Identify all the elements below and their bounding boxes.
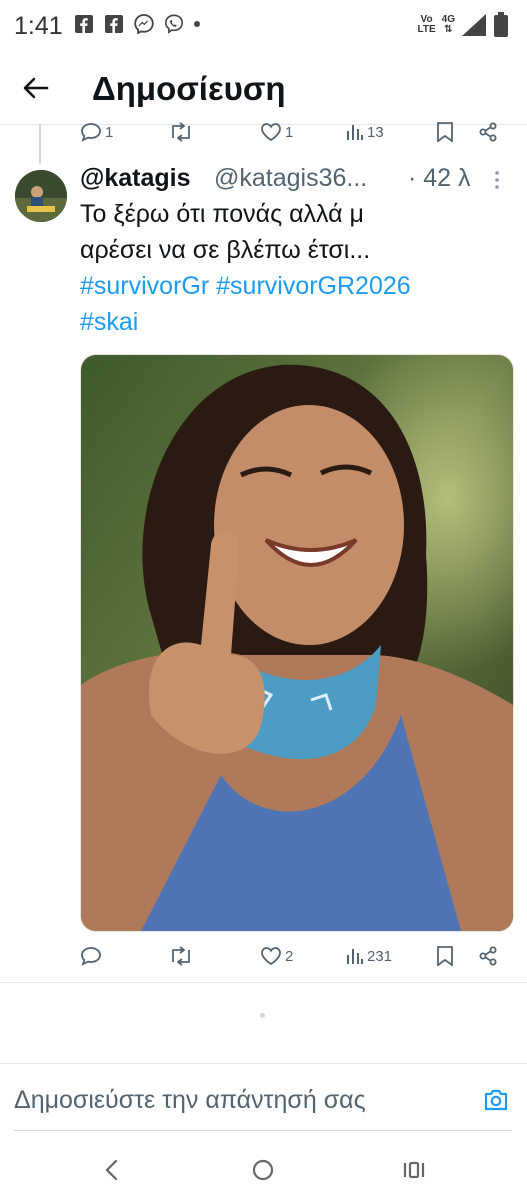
messenger-icon [134,14,154,34]
thread-connector [39,124,41,164]
home-circle-icon [252,1159,274,1181]
reply-icon [81,947,101,966]
nav-home-button[interactable] [247,1154,279,1186]
tweet-text-line: αρέσει να σε βλέπω έτσι... [80,236,371,264]
bookmark-icon [437,122,453,142]
reply-button[interactable] [80,941,105,971]
more-notifications-dot [194,21,200,27]
notification-icons [74,14,200,34]
arrow-left-icon [23,77,49,99]
status-bar: 1:41 Vo LTE 4G ⇅ [0,0,527,52]
like-button[interactable]: 2 [260,941,293,971]
facebook-icon [74,14,94,34]
bookmark-button[interactable] [436,941,454,971]
reply-count: 1 [105,123,114,141]
retweet-button[interactable] [168,941,197,971]
tweet-header: @katagis @katagis36... · 42 λ [80,164,520,196]
share-icon [479,946,497,966]
volte-indicator: Vo LTE [417,14,436,35]
reply-input[interactable] [14,1078,444,1122]
add-photo-button[interactable] [483,1088,511,1116]
hashtag-link[interactable]: #survivorGr [80,272,209,300]
loading-indicator [260,1013,265,1018]
heart-icon [261,947,281,966]
recents-icon [403,1161,425,1179]
divider [0,982,527,983]
views-chart-icon [347,125,363,140]
tweet-photo[interactable] [80,354,514,932]
views-chart-icon [347,949,363,964]
facebook-icon [104,14,124,34]
battery-icon [494,12,508,37]
tweet-text: Το ξέρω ότι πονάς αλλά μ αρέσει να σε βλ… [80,196,510,340]
network-type: 4G ⇅ [441,14,455,35]
tweet-text-line: Το ξέρω ότι πονάς αλλά μ [80,200,364,228]
status-right: Vo LTE 4G ⇅ [418,12,510,38]
nav-back-button[interactable] [96,1154,128,1186]
view-count: 231 [367,947,393,965]
hashtag-link[interactable]: #skai [80,308,138,336]
retweet-button[interactable] [168,117,194,147]
system-nav-bar [0,1140,527,1200]
view-count: 13 [367,123,384,141]
tweet-actions: 2 231 [80,941,500,971]
status-time: 1:41 [14,12,63,40]
page-title: Δημοσίευση [92,70,286,107]
like-count: 1 [285,123,294,141]
reply-icon [81,123,101,142]
reply-bar [0,1064,527,1136]
heart-icon [261,123,281,142]
share-button[interactable] [478,941,498,971]
display-name[interactable]: @katagis [80,164,191,193]
back-button[interactable] [18,70,54,106]
views-button[interactable]: 231 [346,941,392,971]
like-count: 2 [285,947,294,965]
camera-icon [484,1089,508,1111]
nav-recents-button[interactable] [398,1154,430,1186]
bookmark-button[interactable] [436,117,454,147]
app-header: Δημοσίευση [0,52,527,125]
views-button[interactable]: 13 [346,117,384,147]
chevron-left-icon [105,1159,118,1181]
like-button[interactable]: 1 [260,117,293,147]
reply-underline [14,1130,512,1131]
avatar[interactable] [15,170,67,222]
signal-icon [462,14,486,36]
previous-tweet-actions: 1 1 13 [80,117,500,147]
retweet-icon [172,946,190,966]
viber-icon [164,14,184,34]
share-icon [479,122,497,142]
bookmark-icon [437,946,453,966]
more-options-button[interactable] [494,168,500,197]
more-vertical-icon [495,171,499,189]
share-button[interactable] [478,117,498,147]
tweet-time[interactable]: · 42 λ [408,164,471,193]
hashtag-link[interactable]: #survivorGR2026 [216,272,411,300]
reply-button[interactable]: 1 [80,117,113,147]
retweet-icon [172,122,190,142]
user-handle[interactable]: @katagis36... [214,164,367,193]
